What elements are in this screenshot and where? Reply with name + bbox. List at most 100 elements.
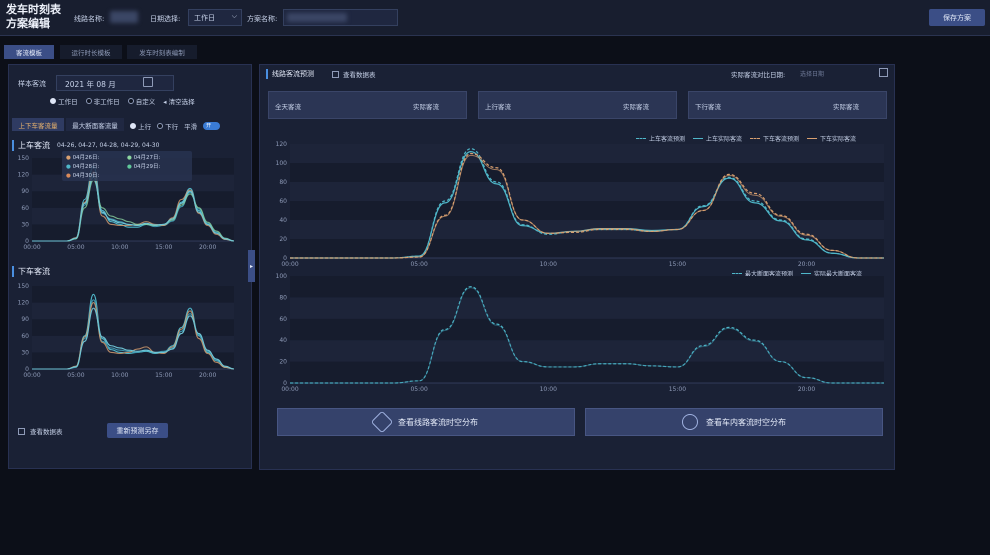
radio-down-label: 下行: [165, 123, 179, 131]
y-tick-label: 120: [18, 300, 30, 307]
x-tick-label: 10:00: [111, 372, 128, 379]
tooltip-row: ● 04月26日:: [66, 155, 100, 161]
y-tick-label: 60: [21, 333, 29, 340]
tooltip-row: ● 04月27日:: [127, 155, 161, 161]
grid-band: [32, 302, 234, 320]
subtab-max-section[interactable]: 最大断面客流量: [66, 118, 124, 131]
smooth-toggle[interactable]: 开: [203, 122, 221, 130]
tab-passenger-template[interactable]: 客流模板: [4, 45, 54, 59]
y-tick-label: 90: [21, 316, 29, 323]
x-tick-label: 20:00: [199, 372, 216, 379]
grid-band: [290, 318, 884, 341]
card-up-actual: 实际客流: [623, 103, 649, 111]
app-title-line1: 发车时刻表: [6, 3, 61, 16]
compare-date-picker[interactable]: 选择日期: [800, 67, 888, 79]
card-up-label: 上行客流: [485, 103, 511, 111]
plan-name-input[interactable]: [283, 9, 398, 26]
clear-selection-label: 清空选择: [168, 98, 195, 106]
right-view-table[interactable]: 查看数据表: [332, 69, 376, 79]
grid-band: [290, 297, 884, 319]
route-map-icon: [370, 410, 394, 434]
y-tick-label: 60: [279, 198, 287, 205]
date-type-radios: 工作日 非工作日 自定义 ◂ 清空选择: [50, 96, 195, 106]
radio-custom[interactable]: 自定义: [127, 96, 156, 106]
calendar-icon: [143, 77, 153, 87]
y-tick-label: 20: [279, 236, 287, 243]
view-vehicle-spatial-label: 查看车内客流时空分布: [706, 417, 786, 427]
route-select[interactable]: [110, 11, 138, 23]
card-all-day-label: 全天客流: [275, 103, 301, 111]
save-plan-button[interactable]: 保存方案: [929, 9, 985, 26]
smooth-label: 平滑: [184, 123, 198, 131]
x-tick-label: 05:00: [67, 244, 84, 251]
x-tick-label: 10:00: [111, 244, 128, 251]
app-title: 发车时刻表 方案编辑: [6, 3, 70, 31]
tooltip-date-4: 04月30日:: [72, 173, 100, 179]
toggle-label: 开: [206, 123, 212, 129]
x-tick-label: 15:00: [155, 244, 172, 251]
calendar-icon: [879, 68, 888, 77]
view-vehicle-spatial-button[interactable]: 查看车内客流时空分布: [585, 408, 883, 436]
radio-non-workday[interactable]: 非工作日: [85, 96, 120, 106]
chevron-right-icon: ▸: [249, 262, 253, 270]
app-title-line2: 方案编辑: [6, 17, 50, 30]
radio-workday-label: 工作日: [58, 98, 78, 106]
y-tick-label: 80: [279, 179, 287, 186]
table-icon: [332, 70, 339, 78]
y-tick-label: 150: [18, 155, 30, 162]
grid-band: [290, 361, 884, 383]
radio-non-workday-label: 非工作日: [93, 98, 120, 106]
date-label: 日期选择:: [150, 15, 181, 23]
date-select-value: 工作日: [194, 14, 215, 22]
sample-label: 样本客流: [18, 80, 46, 88]
repredict-button[interactable]: 重新预测另存: [107, 423, 168, 438]
subtab-boarding-alighting[interactable]: 上下车客流量: [12, 118, 64, 131]
card-down-label: 下行客流: [695, 103, 721, 111]
grid-band: [290, 201, 884, 220]
card-all-day-actual: 实际客流: [413, 103, 439, 111]
radio-custom-label: 自定义: [135, 98, 156, 106]
radio-down[interactable]: 下行: [157, 121, 178, 131]
y-tick-label: 120: [276, 141, 288, 148]
card-up: 上行客流 实际客流: [478, 91, 677, 119]
left-view-table[interactable]: 查看数据表: [18, 426, 63, 436]
tab-schedule[interactable]: 发车时刻表编制: [127, 45, 197, 59]
grid-band: [32, 352, 234, 369]
grid-band: [290, 182, 884, 201]
y-tick-label: 40: [279, 337, 287, 344]
radio-workday[interactable]: 工作日: [50, 96, 78, 106]
date-select[interactable]: 工作日 ⌵: [188, 9, 242, 26]
card-down-actual: 实际客流: [833, 103, 859, 111]
table-icon: [18, 427, 25, 435]
compare-date-placeholder: 选择日期: [800, 71, 825, 78]
direction-radios: 上行 下行 平滑 开: [130, 121, 221, 131]
tab-runtime-template[interactable]: 运行时长模板: [60, 45, 122, 59]
right-panel-title: 线路客流预测: [266, 69, 314, 79]
month-picker[interactable]: 2021 年 08 月: [56, 75, 174, 91]
alighting-title: 下车客流: [12, 266, 50, 277]
clear-selection-button[interactable]: ◂ 清空选择: [163, 96, 194, 106]
tooltip-date-1: 04月27日:: [133, 155, 161, 161]
tooltip-row: ● 04月28日:: [66, 164, 100, 170]
grid-band: [290, 163, 884, 182]
y-tick-label: 80: [279, 294, 287, 301]
y-tick-label: 30: [21, 221, 29, 228]
y-tick-label: 40: [279, 217, 287, 224]
radio-up[interactable]: 上行: [130, 121, 151, 131]
tooltip-row: ● 04月30日:: [66, 173, 100, 179]
grid-band: [290, 239, 884, 258]
month-value: 2021 年 08 月: [65, 80, 116, 89]
boarding-dates: 04-26, 04-27, 04-28, 04-29, 04-30: [57, 142, 160, 149]
x-tick-label: 05:00: [67, 372, 84, 379]
alighting-chart: 030609012015000:00 05:00 10:00 15:00 20:00: [18, 283, 235, 379]
y-tick-label: 30: [21, 349, 29, 356]
chevron-down-icon: ⌵: [231, 12, 237, 20]
tooltip-date-2: 04月28日:: [72, 164, 100, 170]
radio-up-label: 上行: [138, 123, 152, 131]
x-tick-label: 00:00: [23, 244, 40, 251]
y-tick-label: 60: [21, 205, 29, 212]
plan-label: 方案名称:: [247, 15, 278, 23]
view-line-spatial-button[interactable]: 查看线路客流时空分布: [277, 408, 575, 436]
grid-band: [32, 319, 234, 336]
collapse-handle[interactable]: ▸: [248, 250, 255, 282]
